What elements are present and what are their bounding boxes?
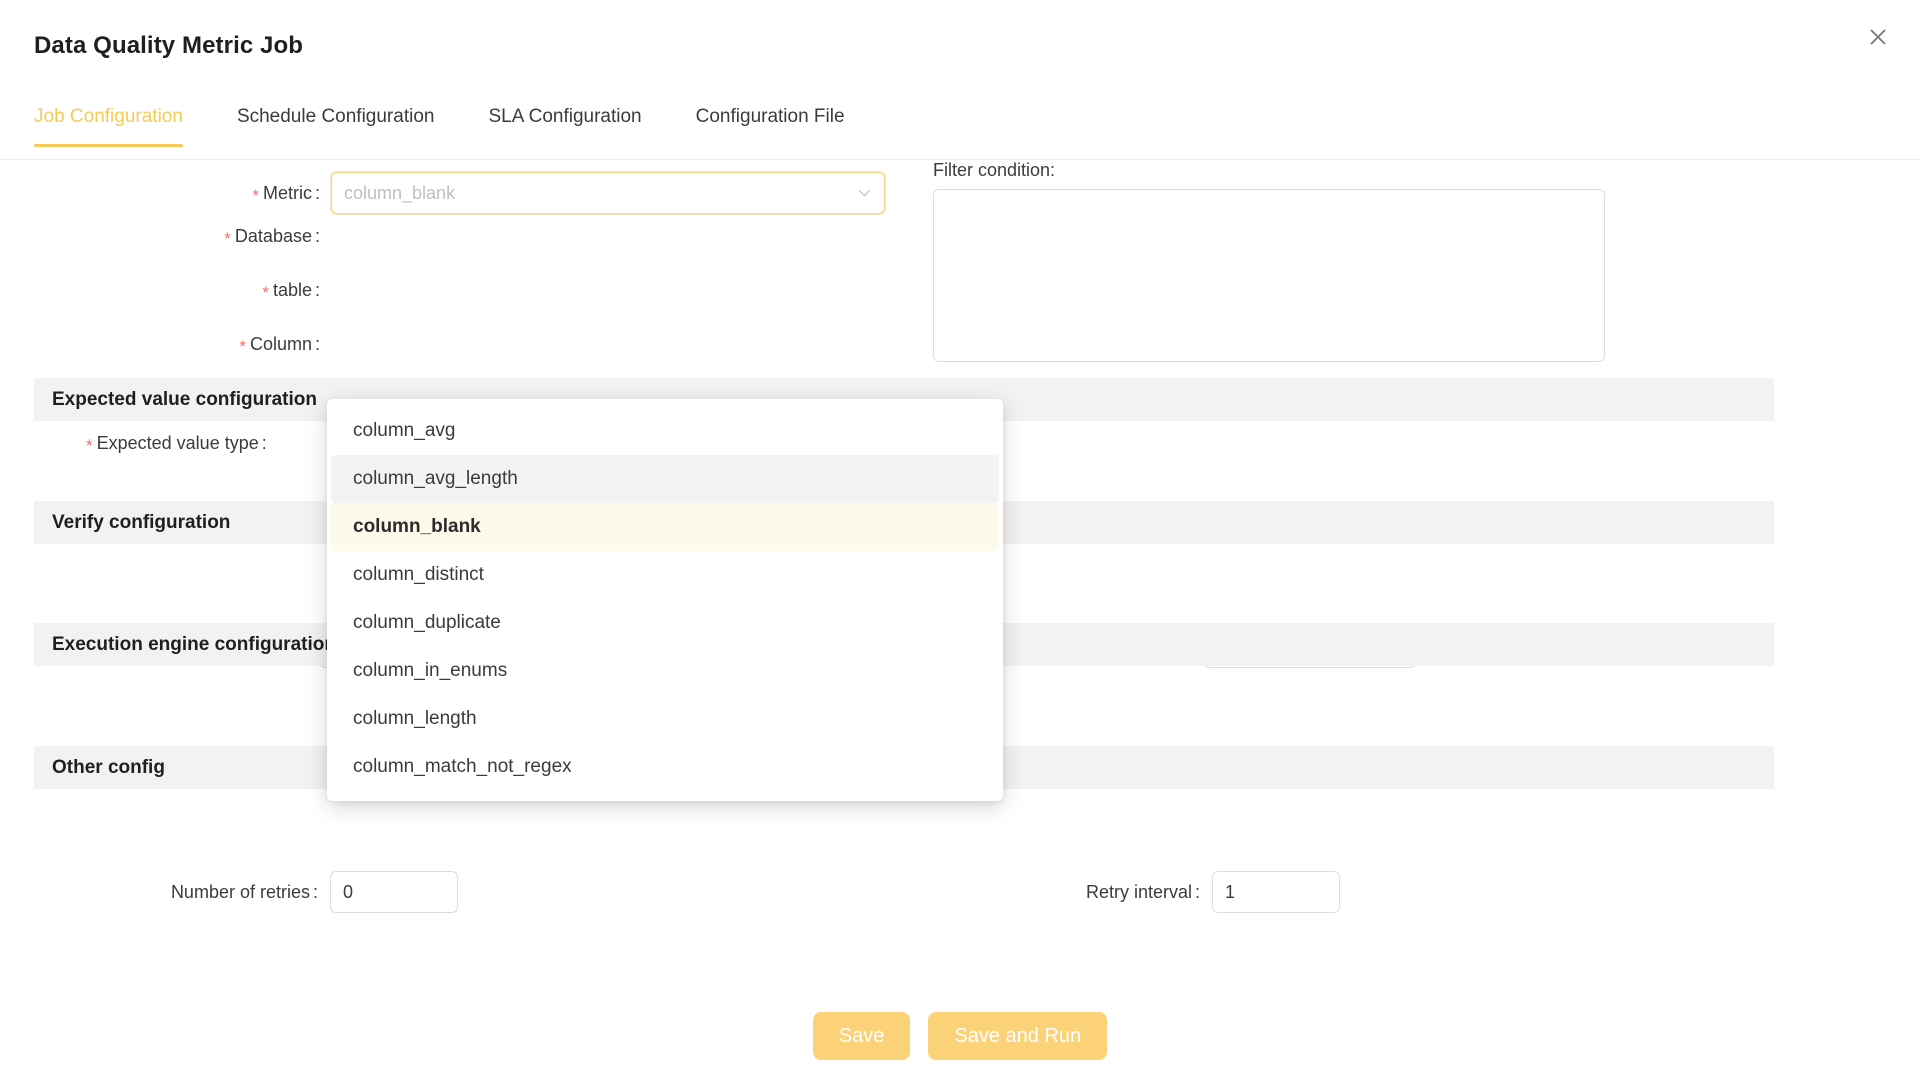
page-title: Data Quality Metric Job xyxy=(34,32,303,60)
metric-select[interactable]: column_blank xyxy=(331,172,885,214)
save-and-run-button[interactable]: Save and Run xyxy=(928,1012,1107,1060)
section-title: Verify configuration xyxy=(52,512,230,534)
field-table: *table: xyxy=(219,280,320,301)
table-label: *table: xyxy=(219,280,320,301)
section-title: Execution engine configuration xyxy=(52,634,336,656)
column-label: *Column: xyxy=(213,334,320,355)
metric-option-label: column_match_not_regex xyxy=(353,756,572,778)
tab-schedule-configuration[interactable]: Schedule Configuration xyxy=(237,98,435,146)
required-asterisk: * xyxy=(252,186,259,205)
retry-interval-input[interactable]: 1 xyxy=(1212,871,1340,913)
retry-interval-value: 1 xyxy=(1225,882,1235,903)
section-title: Other config xyxy=(52,757,165,779)
metric-option-label: column_avg xyxy=(353,420,455,442)
tab-label: Schedule Configuration xyxy=(237,106,435,127)
required-asterisk: * xyxy=(262,283,269,302)
metric-option[interactable]: column_distinct xyxy=(331,551,999,599)
metric-option-label: column_avg_length xyxy=(353,468,518,490)
required-asterisk: * xyxy=(86,436,93,455)
filter-condition-input[interactable] xyxy=(933,189,1605,362)
metric-option[interactable]: column_blank xyxy=(331,503,999,551)
metric-option[interactable]: column_in_enums xyxy=(331,647,999,695)
save-button[interactable]: Save xyxy=(813,1012,911,1060)
metric-label: *Metric: xyxy=(234,183,320,204)
metric-option-label: column_distinct xyxy=(353,564,484,586)
metric-option-label: column_in_enums xyxy=(353,660,507,682)
metric-option-label: column_duplicate xyxy=(353,612,501,634)
field-metric: *Metric: column_blank xyxy=(234,172,885,214)
number-of-retries-label: Number of retries: xyxy=(146,882,318,903)
field-filter-condition: Filter condition: xyxy=(933,160,1605,367)
metric-option[interactable]: column_avg_length xyxy=(331,455,999,503)
metric-select-value: column_blank xyxy=(344,183,455,204)
tab-label: Job Configuration xyxy=(34,106,183,127)
filter-condition-label: Filter condition: xyxy=(933,160,1605,181)
metric-options-dropdown: column_avg column_avg_length column_blan… xyxy=(327,399,1003,801)
tab-configuration-file[interactable]: Configuration File xyxy=(696,98,845,146)
dialog-body: *Metric: column_blank *Database: *table: xyxy=(0,160,1920,1080)
metric-option[interactable]: column_length xyxy=(331,695,999,743)
number-of-retries-input[interactable]: 0 xyxy=(330,871,458,913)
required-asterisk: * xyxy=(239,337,246,356)
expected-value-type-label: *Expected value type: xyxy=(86,433,267,454)
metric-option[interactable]: column_match_not_regex xyxy=(331,743,999,791)
tab-bar: Job Configuration Schedule Configuration… xyxy=(0,98,1920,160)
field-expected-value-type: *Expected value type: xyxy=(86,433,267,454)
field-retry-interval: Retry interval: 1 xyxy=(1064,871,1340,913)
dialog-footer: Save Save and Run xyxy=(0,1012,1920,1060)
database-label: *Database: xyxy=(203,226,320,247)
dialog-header: Data Quality Metric Job xyxy=(0,0,1920,82)
close-icon[interactable] xyxy=(1863,22,1893,52)
metric-option[interactable]: column_avg xyxy=(331,407,999,455)
section-title: Expected value configuration xyxy=(52,389,317,411)
field-column: *Column: xyxy=(213,334,320,355)
tab-sla-configuration[interactable]: SLA Configuration xyxy=(488,98,641,146)
tab-label: SLA Configuration xyxy=(488,106,641,127)
required-asterisk: * xyxy=(224,229,231,248)
number-of-retries-value: 0 xyxy=(343,882,353,903)
chevron-down-icon xyxy=(857,186,872,201)
data-quality-metric-job-dialog: Data Quality Metric Job Job Configuratio… xyxy=(0,0,1920,1080)
tab-job-configuration[interactable]: Job Configuration xyxy=(34,98,183,146)
field-number-of-retries: Number of retries: 0 xyxy=(146,871,458,913)
retry-interval-label: Retry interval: xyxy=(1064,882,1200,903)
metric-option-label: column_length xyxy=(353,708,477,730)
field-database: *Database: xyxy=(203,226,320,247)
tab-label: Configuration File xyxy=(696,106,845,127)
metric-option[interactable]: column_duplicate xyxy=(331,599,999,647)
metric-option-label: column_blank xyxy=(353,516,481,538)
